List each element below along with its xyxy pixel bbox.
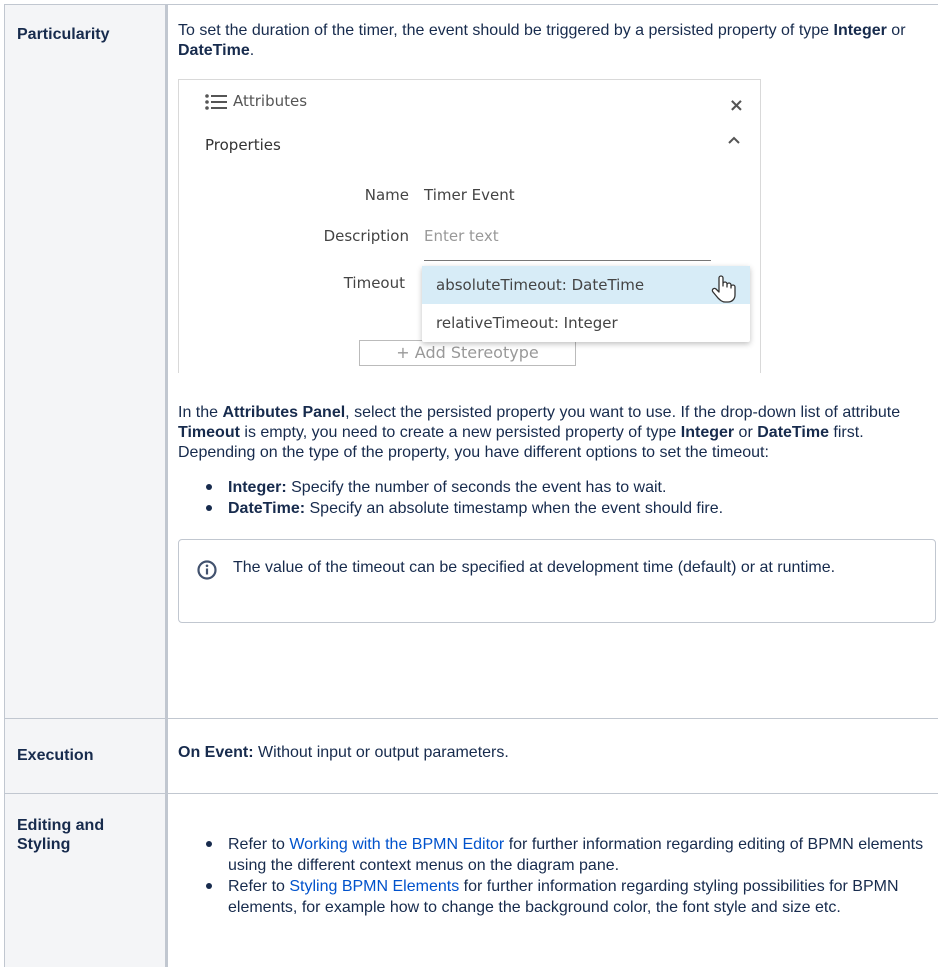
text: or — [886, 22, 906, 39]
list-item: Refer to Working with the BPMN Editor fo… — [206, 834, 934, 876]
instruction-paragraph: In the Attributes Panel, select the pers… — [178, 403, 936, 463]
row-header-particularity: Particularity — [5, 5, 168, 718]
text: Specify an absolute timestamp when the e… — [305, 500, 724, 517]
table-row: Editing and Styling Refer to Working wit… — [5, 794, 938, 967]
timeout-options-list: Integer: Specify the number of seconds t… — [206, 477, 936, 519]
row-header-execution: Execution — [5, 719, 168, 793]
bold-text: Integer: — [228, 479, 287, 496]
description-input[interactable]: Enter text — [424, 227, 499, 247]
bold-text: Integer — [833, 22, 887, 39]
add-stereotype-button[interactable]: + Add Stereotype — [359, 340, 576, 366]
text: To set the duration of the timer, the ev… — [178, 22, 834, 39]
link-bpmn-editor[interactable]: Working with the BPMN Editor — [289, 836, 504, 853]
name-label: Name — [364, 186, 409, 204]
timeout-label: Timeout — [343, 274, 405, 292]
timeout-dropdown: absoluteTimeout: DateTime relativeTimeou… — [422, 266, 750, 342]
panel-title: Attributes — [233, 92, 308, 110]
attributes-panel-screenshot: Attributes × Properties Name Timer Event… — [178, 79, 761, 373]
bold-text: DateTime — [757, 424, 829, 441]
close-icon[interactable]: × — [729, 94, 744, 117]
bold-text: DateTime — [178, 42, 250, 59]
row-content-execution: On Event: Without input or output parame… — [168, 719, 938, 793]
text: In the — [178, 404, 223, 421]
row-header-editing-styling: Editing and Styling — [5, 794, 168, 967]
chevron-up-icon[interactable] — [726, 132, 742, 148]
list-item: Integer: Specify the number of seconds t… — [206, 477, 936, 498]
info-text: The value of the timeout can be specifie… — [233, 559, 836, 576]
bold-text: On Event: — [178, 744, 254, 761]
row-content-particularity: To set the duration of the timer, the ev… — [168, 5, 938, 718]
list-icon — [205, 93, 227, 110]
bold-text: DateTime: — [228, 500, 306, 517]
text: Refer to — [228, 878, 290, 895]
bold-text: Attributes Panel — [222, 404, 346, 421]
intro-paragraph: To set the duration of the timer, the ev… — [178, 21, 936, 61]
table-row: Particularity To set the duration of the… — [5, 5, 938, 719]
list-item: Refer to Styling BPMN Elements for furth… — [206, 876, 934, 918]
name-value[interactable]: Timer Event — [424, 186, 515, 206]
text: . — [249, 42, 255, 59]
properties-table: Particularity To set the duration of the… — [4, 4, 938, 967]
bold-text: Timeout — [178, 424, 240, 441]
text: or — [734, 424, 758, 441]
properties-section-title: Properties — [205, 136, 281, 154]
hand-cursor-icon — [711, 275, 736, 303]
description-underline — [424, 260, 711, 261]
bold-text: Integer — [680, 424, 735, 441]
text: Specify the number of seconds the event … — [286, 479, 667, 496]
panel-header: Attributes — [205, 92, 307, 112]
text: Refer to — [228, 836, 290, 853]
table-row: Execution On Event: Without input or out… — [5, 719, 938, 794]
text: Without input or output parameters. — [253, 744, 509, 761]
text: , select the persisted property you want… — [345, 404, 901, 421]
text: is empty, you need to create a new persi… — [239, 424, 681, 441]
list-item: DateTime: Specify an absolute timestamp … — [206, 498, 936, 519]
dropdown-option[interactable]: absoluteTimeout: DateTime — [422, 266, 750, 304]
description-label: Description — [323, 227, 409, 245]
info-panel: The value of the timeout can be specifie… — [178, 539, 936, 623]
link-styling-bpmn[interactable]: Styling BPMN Elements — [289, 878, 459, 895]
info-icon — [197, 560, 217, 580]
row-content-editing-styling: Refer to Working with the BPMN Editor fo… — [168, 794, 938, 967]
reference-list: Refer to Working with the BPMN Editor fo… — [206, 834, 934, 918]
dropdown-option[interactable]: relativeTimeout: Integer — [422, 304, 750, 342]
